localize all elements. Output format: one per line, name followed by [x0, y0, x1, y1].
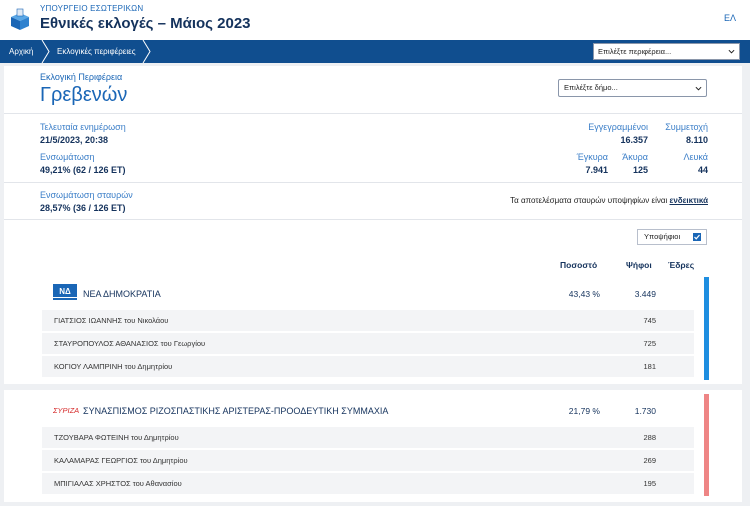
candidate-row: ΚΟΓΙΟΥ ΛΑΜΠΡΙΝΗ του Δημητρίου 181	[42, 356, 694, 377]
blank-value: 44	[697, 165, 708, 175]
column-header-seats: Έδρες	[668, 260, 695, 270]
candidates-toggle-label: Υποψήφιοι	[644, 232, 681, 241]
turnout-label: Συμμετοχή	[665, 122, 708, 132]
checkbox-checked-icon[interactable]	[693, 233, 701, 241]
candidates-toggle[interactable]: Υποψήφιοι	[637, 229, 707, 245]
integration-value: 49,21% (62 / 126 ΕΤ)	[40, 165, 126, 175]
candidate-row: ΓΙΑΤΣΙΟΣ ΙΩΑΝΝΗΣ του Νικολάου 745	[42, 310, 694, 331]
candidate-name: ΜΠΙΓΙΑΛΑΣ ΧΡΗΣΤΟΣ του Αθανασίου	[54, 479, 182, 488]
divider	[4, 182, 742, 183]
valid-label: Έγκυρα	[576, 152, 608, 162]
last-update-label: Τελευταία ενημέρωση	[40, 122, 126, 132]
top-header: ΥΠΟΥΡΓΕΙΟ ΕΣΩΤΕΡΙΚΩΝ Εθνικές εκλογές – Μ…	[0, 0, 750, 40]
valid-value: 7.941	[585, 165, 608, 175]
party-seats-bar	[704, 277, 709, 380]
turnout-value: 8.110	[685, 135, 708, 145]
party-separator	[4, 384, 742, 390]
party-votes: 3.449	[634, 289, 656, 299]
municipality-select[interactable]: Επιλέξτε δήμο...	[558, 79, 707, 97]
breadcrumb-separator-icon	[41, 40, 50, 63]
indicative-note: Τα αποτελέσματα σταυρών υποψηφίων είναι …	[510, 196, 708, 205]
invalid-value: 125	[632, 165, 648, 175]
indicative-note-text: Τα αποτελέσματα σταυρών υποψηφίων είναι	[510, 196, 668, 205]
municipality-select-value: Επιλέξτε δήμο...	[564, 83, 618, 92]
candidate-votes: 745	[643, 316, 656, 325]
party-votes: 1.730	[634, 406, 656, 416]
blank-label: Λευκά	[683, 152, 708, 162]
syriza-logo-text: ΣΥΡΙΖΑ	[53, 406, 79, 415]
district-label: Εκλογική Περιφέρεια	[40, 72, 123, 82]
cross-integration-label: Ενσωμάτωση σταυρών	[40, 190, 133, 200]
chevron-down-icon	[695, 86, 702, 91]
integration-label: Ενσωμάτωση	[40, 152, 95, 162]
ministry-name: ΥΠΟΥΡΓΕΙΟ ΕΣΩΤΕΡΙΚΩΝ	[40, 4, 144, 13]
candidate-row: ΣΤΑΥΡΟΠΟΥΛΟΣ ΑΘΑΝΑΣΙΟΣ του Γεωργίου 725	[42, 333, 694, 354]
candidate-row: ΜΠΙΓΙΑΛΑΣ ΧΡΗΣΤΟΣ του Αθανασίου 195	[42, 473, 694, 494]
ballot-box-icon	[11, 8, 29, 30]
registered-label: Εγγεγραμμένοι	[588, 122, 648, 132]
cross-integration-value: 28,57% (36 / 126 ΕΤ)	[40, 203, 126, 213]
language-switch[interactable]: ΕΛ	[724, 13, 736, 23]
chevron-down-icon	[728, 49, 735, 54]
last-update-value: 21/5/2023, 20:38	[40, 135, 109, 145]
breadcrumb-regions[interactable]: Εκλογικές περιφέρειες	[57, 40, 136, 63]
breadcrumb-home[interactable]: Αρχική	[9, 40, 33, 63]
party-separator	[4, 502, 742, 506]
column-header-votes: Ψήφοι	[626, 260, 652, 270]
party-seats-bar	[704, 394, 709, 496]
party-name: ΝΕΑ ΔΗΜΟΚΡΑΤΙΑ	[83, 289, 161, 299]
district-name: Γρεβενών	[40, 84, 128, 106]
candidate-name: ΤΖΟΥΒΑΡΑ ΦΩΤΕΙΝΗ του Δημητρίου	[54, 433, 179, 442]
candidate-name: ΣΤΑΥΡΟΠΟΥΛΟΣ ΑΘΑΝΑΣΙΟΣ του Γεωργίου	[54, 339, 206, 348]
candidate-votes: 725	[643, 339, 656, 348]
candidate-row: ΤΖΟΥΒΑΡΑ ΦΩΤΕΙΝΗ του Δημητρίου 288	[42, 427, 694, 448]
results-card: Εκλογική Περιφέρεια Γρεβενών Επιλέξτε δή…	[4, 66, 742, 506]
column-header-percent: Ποσοστό	[560, 260, 598, 270]
party-percent: 21,79 %	[568, 406, 600, 416]
invalid-label: Άκυρα	[622, 152, 648, 162]
candidate-name: ΚΑΛΑΜΑΡΑΣ ΓΕΩΡΓΙΟΣ του Δημητρίου	[54, 456, 188, 465]
divider	[4, 113, 742, 114]
candidate-name: ΓΙΑΤΣΙΟΣ ΙΩΑΝΝΗΣ του Νικολάου	[54, 316, 169, 325]
syriza-logo-icon: ΣΥΡΙΖΑ	[53, 406, 79, 415]
nd-logo-icon: ΝΔ	[53, 284, 77, 300]
breadcrumb: Αρχική Εκλογικές περιφέρειες Επιλέξτε πε…	[0, 40, 750, 63]
breadcrumb-separator-icon	[142, 40, 151, 63]
candidate-votes: 195	[643, 479, 656, 488]
party-percent: 43,43 %	[568, 289, 600, 299]
region-select-value: Επιλέξτε περιφέρεια...	[598, 47, 672, 56]
divider	[4, 219, 742, 220]
candidate-row: ΚΑΛΑΜΑΡΑΣ ΓΕΩΡΓΙΟΣ του Δημητρίου 269	[42, 450, 694, 471]
candidate-name: ΚΟΓΙΟΥ ΛΑΜΠΡΙΝΗ του Δημητρίου	[54, 362, 173, 371]
party-name: ΣΥΝΑΣΠΙΣΜΟΣ ΡΙΖΟΣΠΑΣΤΙΚΗΣ ΑΡΙΣΤΕΡΑΣ-ΠΡΟΟ…	[83, 406, 389, 416]
candidate-votes: 269	[643, 456, 656, 465]
nd-logo-text: ΝΔ	[59, 287, 71, 296]
region-select[interactable]: Επιλέξτε περιφέρεια...	[593, 43, 740, 60]
registered-value: 16.357	[620, 135, 648, 145]
candidate-votes: 288	[643, 433, 656, 442]
candidate-votes: 181	[643, 362, 656, 371]
page-title[interactable]: Εθνικές εκλογές – Μάιος 2023	[40, 15, 251, 32]
indicative-link[interactable]: ενδεικτικά	[670, 196, 708, 205]
